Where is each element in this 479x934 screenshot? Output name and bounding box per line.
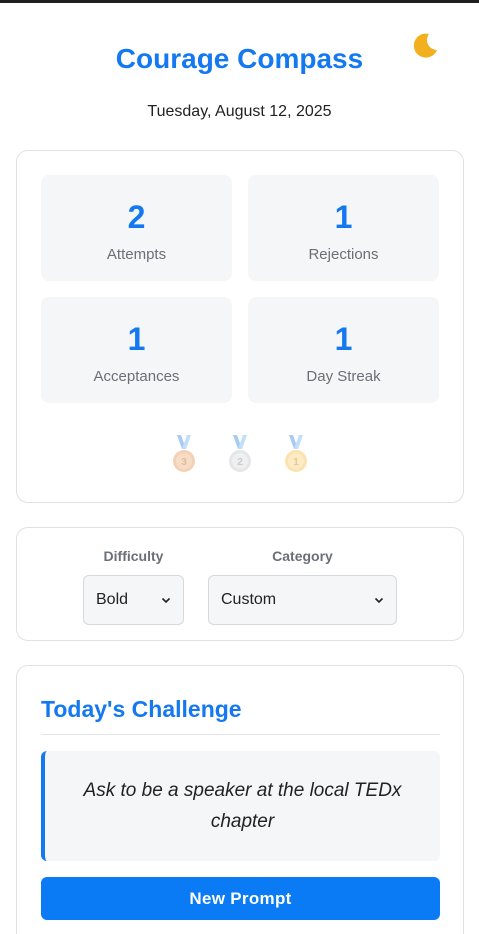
category-value: Custom — [221, 591, 277, 608]
stat-value: 1 — [334, 199, 353, 235]
difficulty-value: Bold — [96, 591, 129, 608]
gold-medal-icon: 1 — [285, 435, 307, 472]
silver-medal-icon: 2 — [229, 435, 251, 472]
stat-attempts: 2 Attempts — [41, 175, 232, 281]
filters-card: Difficulty Bold Category Custom — [16, 527, 464, 641]
challenge-prompt: Ask to be a speaker at the local TEDx ch… — [41, 751, 440, 861]
chevron-down-icon — [161, 597, 171, 604]
stat-label: Day Streak — [306, 368, 381, 385]
divider — [41, 734, 440, 735]
stats-card: 2 Attempts 1 Rejections 1 Acceptances 1 … — [16, 150, 464, 503]
challenge-title: Today's Challenge — [41, 696, 242, 722]
challenge-card: Today's Challenge Ask to be a speaker at… — [16, 665, 464, 934]
stat-label: Attempts — [106, 246, 167, 263]
chevron-down-icon — [374, 597, 384, 604]
category-select[interactable]: Custom — [208, 575, 397, 625]
new-prompt-button[interactable]: New Prompt — [41, 877, 440, 920]
stat-label: Acceptances — [93, 368, 180, 385]
stat-value: 1 — [334, 321, 353, 357]
stat-value: 2 — [127, 199, 146, 235]
difficulty-label: Difficulty — [103, 548, 164, 564]
medal-row: 3 2 1 — [17, 435, 463, 475]
app-title: Courage Compass — [115, 43, 364, 74]
stat-rejections: 1 Rejections — [248, 175, 439, 281]
bronze-medal-icon: 3 — [173, 435, 195, 472]
difficulty-select[interactable]: Bold — [83, 575, 184, 625]
stat-label: Rejections — [308, 246, 379, 263]
category-label: Category — [272, 548, 333, 564]
challenge-prompt-text: Ask to be a speaker at the local TEDx ch… — [83, 780, 402, 832]
medal-number: 3 — [181, 457, 187, 468]
stat-day-streak: 1 Day Streak — [248, 297, 439, 403]
current-date: Tuesday, August 12, 2025 — [147, 103, 332, 120]
medal-number: 1 — [293, 457, 299, 468]
stat-acceptances: 1 Acceptances — [41, 297, 232, 403]
stat-value: 1 — [127, 321, 146, 357]
medal-number: 2 — [237, 457, 243, 468]
